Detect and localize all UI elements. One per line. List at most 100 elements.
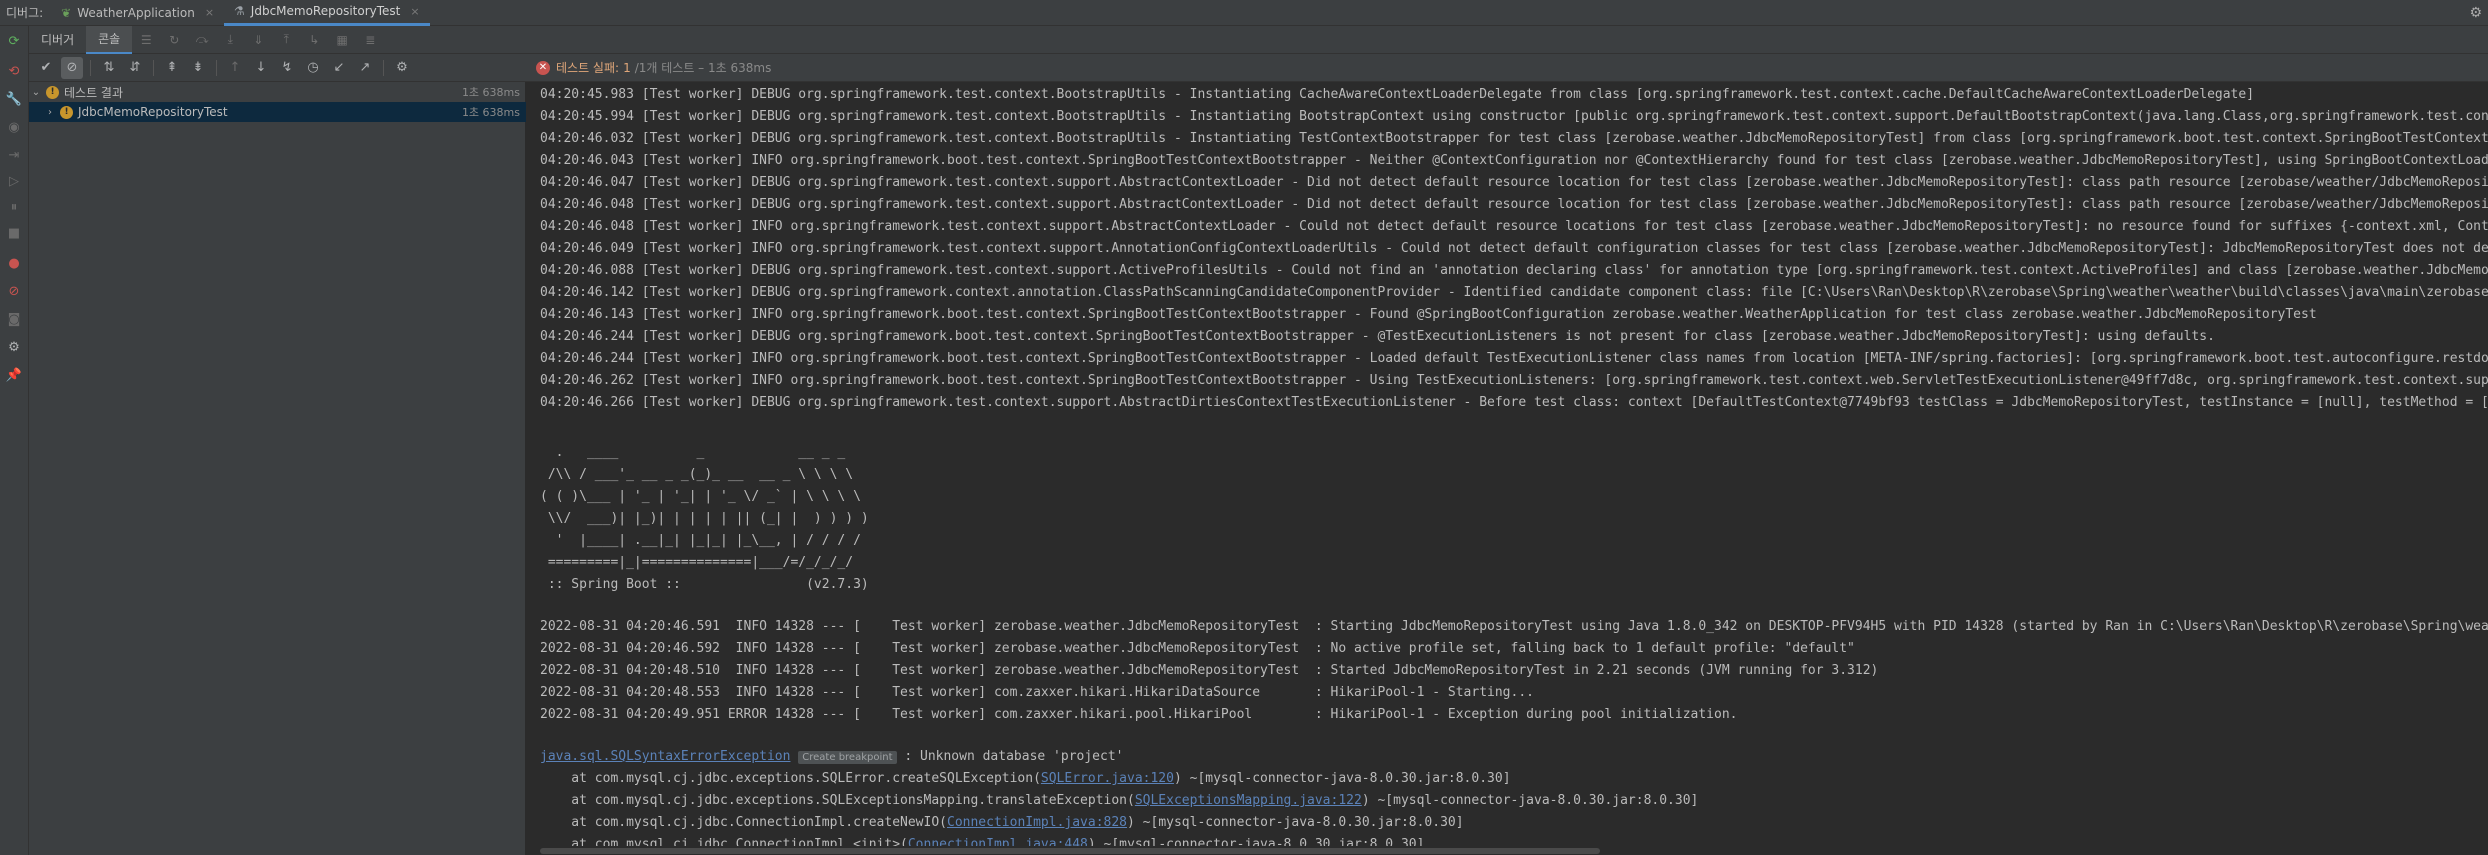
banner-line: /\\ / ___'_ __ _ _(_)_ __ __ _ \ \ \ \ (540, 467, 854, 482)
tab-label: JdbcMemoRepositoryTest (250, 4, 401, 18)
step-into-icon[interactable]: ⤓ (221, 31, 239, 49)
test-results-tree: ⌄ ! 테스트 결과 1초 638ms › ! JdbcMemoReposito… (29, 82, 526, 855)
stack-suffix: ) ~[mysql-connector-java-8.0.30.jar:8.0.… (1173, 771, 1511, 786)
log-line: 2022-08-31 04:20:48.553 INFO 14328 --- [… (540, 685, 1534, 700)
scrollbar-thumb[interactable] (540, 848, 1600, 854)
close-icon[interactable]: × (205, 6, 214, 19)
export-icon[interactable]: ↙ (328, 57, 350, 79)
sort-duration-icon[interactable]: ⇵ (124, 57, 146, 79)
run-to-cursor-icon[interactable]: ↳ (305, 31, 323, 49)
log-line: 2022-08-31 04:20:48.510 INFO 14328 --- [… (540, 663, 1879, 678)
threads-icon[interactable]: ≣ (361, 31, 379, 49)
exception-class-link[interactable]: java.sql.SQLSyntaxErrorException (540, 749, 790, 764)
log-line: 04:20:45.983 [Test worker] DEBUG org.spr… (540, 87, 2255, 102)
log-line: 04:20:46.143 [Test worker] INFO org.spri… (540, 307, 2317, 322)
history-icon[interactable]: ◷ (302, 57, 324, 79)
mute-breakpoints-icon[interactable]: ⊘ (5, 282, 23, 300)
create-breakpoint-button[interactable]: Create breakpoint (798, 751, 897, 764)
spring-run-icon: ❦ (61, 5, 72, 20)
tab-jdbc-memo-repository-test[interactable]: ⚗ JdbcMemoRepositoryTest × (224, 0, 430, 26)
settings-icon[interactable]: ⚙ (391, 57, 413, 79)
stack-line: at com.mysql.cj.jdbc.exceptions.SQLError… (540, 768, 1511, 790)
run-tab-bar: 디버그: ❦ WeatherApplication × ⚗ JdbcMemoRe… (0, 0, 2488, 26)
debug-subtabs: 디버거 콘솔 ☰ ↻ ⤼ ⤓ ⇓ ⤒ ↳ ▦ ≣ (29, 25, 2488, 54)
stop-icon[interactable]: ■ (5, 224, 23, 242)
tree-item-root[interactable]: ⌄ ! 테스트 결과 1초 638ms (29, 82, 526, 102)
source-link[interactable]: ConnectionImpl.java:828 (947, 815, 1127, 830)
console-output[interactable]: 04:20:45.983 [Test worker] DEBUG org.spr… (526, 82, 2488, 855)
sort-alpha-icon[interactable]: ⇅ (98, 57, 120, 79)
tree-item-jdbc-test[interactable]: › ! JdbcMemoRepositoryTest 1초 638ms (29, 102, 526, 122)
camera-icon[interactable]: ◙ (5, 310, 23, 328)
log-line: 04:20:46.142 [Test worker] DEBUG org.spr… (540, 285, 2488, 300)
evaluate-icon[interactable]: ▦ (333, 31, 351, 49)
fail-icon: ✕ (536, 60, 550, 75)
tree-item-time: 1초 638ms (461, 106, 520, 119)
step-icon[interactable]: ⇥ (5, 146, 23, 164)
expand-all-icon[interactable]: ⇞ (161, 57, 183, 79)
toolbar-separator (153, 59, 154, 76)
horizontal-scrollbar[interactable] (526, 846, 2488, 855)
open-external-icon[interactable]: ↗ (354, 57, 376, 79)
fail-count: 1 (623, 60, 631, 75)
fail-label: 테스트 실패: (556, 61, 620, 75)
gear-icon[interactable]: ⚙ (2469, 5, 2482, 21)
previous-failed-icon[interactable]: ↑ (224, 57, 246, 79)
pin-icon[interactable]: 📌 (5, 366, 23, 384)
log-line: 04:20:46.088 [Test worker] DEBUG org.spr… (540, 263, 2488, 278)
tab-weather-application[interactable]: ❦ WeatherApplication × (51, 0, 224, 26)
show-passed-icon[interactable]: ✔ (35, 57, 57, 79)
log-line: 04:20:46.049 [Test worker] INFO org.spri… (540, 241, 2488, 256)
test-status-bar: ✕ 테스트 실패: 1 /1개 테스트 – 1초 638ms (526, 54, 2488, 82)
restore-layout-icon[interactable]: ↻ (165, 31, 183, 49)
log-line: 04:20:46.048 [Test worker] DEBUG org.spr… (540, 197, 2488, 212)
log-line: 04:20:46.047 [Test worker] DEBUG org.spr… (540, 175, 2488, 190)
debug-label: 디버그: (6, 6, 44, 20)
left-debug-toolbar: ⟳ ⟲ 🔧 ◉ ⇥ ▷ ⏸ ■ ● ⊘ ◙ ⚙ 📌 (0, 26, 29, 855)
log-line: 04:20:46.244 [Test worker] INFO org.spri… (540, 351, 2488, 366)
log-line: 2022-08-31 04:20:46.592 INFO 14328 --- [… (540, 641, 1855, 656)
close-icon[interactable]: × (410, 5, 419, 18)
log-line: 04:20:46.244 [Test worker] DEBUG org.spr… (540, 329, 2215, 344)
view-breakpoints-icon[interactable]: ● (5, 254, 23, 272)
log-line: 04:20:45.994 [Test worker] DEBUG org.spr… (540, 109, 2488, 124)
menu-icon[interactable]: ☰ (137, 31, 155, 49)
collapse-all-icon[interactable]: ⇟ (187, 57, 209, 79)
tab-debugger[interactable]: 디버거 (29, 26, 86, 54)
stack-suffix: ) ~[mysql-connector-java-8.0.30.jar:8.0.… (1361, 793, 1699, 808)
exception-line: java.sql.SQLSyntaxErrorException Create … (540, 746, 1124, 768)
chevron-down-icon[interactable]: ⌄ (29, 87, 43, 98)
step-over-icon[interactable]: ⤼ (193, 31, 211, 49)
import-tests-icon[interactable]: ↯ (276, 57, 298, 79)
stack-prefix: at com.mysql.cj.jdbc.ConnectionImpl.crea… (540, 815, 947, 830)
toolbar-separator (383, 59, 384, 76)
chevron-right-icon[interactable]: › (43, 107, 57, 118)
banner-line: ( ( )\___ | '_ | '_| | '_ \/ _` | \ \ \ … (540, 489, 861, 504)
tab-console[interactable]: 콘솔 (86, 25, 133, 54)
next-failed-icon[interactable]: ↓ (250, 57, 272, 79)
stack-line: at com.mysql.cj.jdbc.exceptions.SQLExcep… (540, 790, 1698, 812)
source-link[interactable]: SQLExceptionsMapping.java:122 (1135, 793, 1362, 808)
rerun-failed-icon[interactable]: ⟲ (5, 62, 23, 80)
eye-icon[interactable]: ◉ (5, 118, 23, 136)
stack-suffix: ) ~[mysql-connector-java-8.0.30.jar:8.0.… (1127, 815, 1464, 830)
banner-line: =========|_|==============|___/=/_/_/_/ (540, 555, 854, 570)
error-icon: ! (60, 105, 73, 119)
stack-prefix: at com.mysql.cj.jdbc.exceptions.SQLError… (540, 771, 1041, 786)
source-link[interactable]: SQLError.java:120 (1041, 771, 1174, 786)
pause-icon[interactable]: ⏸ (5, 198, 23, 216)
stack-line: at com.mysql.cj.jdbc.ConnectionImpl.crea… (540, 812, 1464, 834)
banner-line: . ____ _ __ _ _ (540, 445, 846, 460)
settings-icon[interactable]: ⚙ (5, 338, 23, 356)
test-run-icon: ⚗ (234, 4, 245, 18)
exception-message: : Unknown database 'project' (896, 749, 1124, 764)
wrench-icon[interactable]: 🔧 (5, 90, 23, 108)
toolbar-separator (90, 59, 91, 76)
rerun-icon[interactable]: ⟳ (5, 32, 23, 50)
resume-icon[interactable]: ▷ (5, 172, 23, 190)
banner-line: :: Spring Boot :: (v2.7.3) (540, 577, 869, 592)
show-ignored-icon[interactable]: ⊘ (61, 56, 83, 79)
force-step-into-icon[interactable]: ⇓ (249, 31, 267, 49)
step-out-icon[interactable]: ⤒ (277, 31, 295, 49)
error-icon: ! (46, 85, 59, 99)
